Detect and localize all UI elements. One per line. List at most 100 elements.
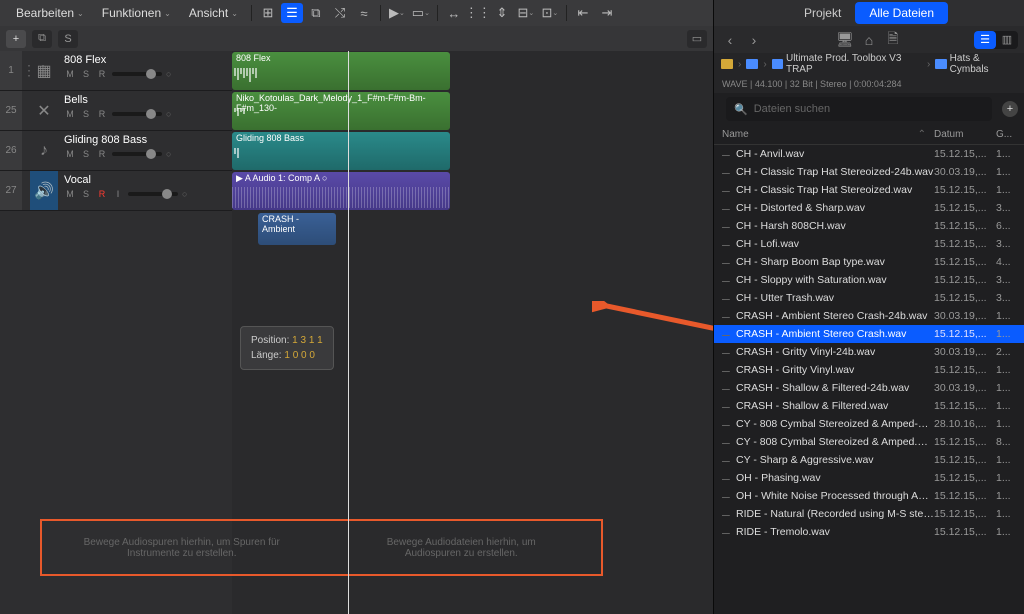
menu-edit[interactable]: Bearbeiten⌄: [8, 3, 92, 23]
track-name: 808 Flex: [64, 54, 226, 66]
computer-icon[interactable]: 🖥: [835, 31, 855, 49]
midi-region[interactable]: 808 Flex: [232, 52, 450, 90]
duplicate-button[interactable]: ⧉: [32, 30, 52, 48]
pointer-icon[interactable]: ▶⌄: [386, 3, 408, 23]
file-icon: –: [722, 182, 736, 198]
file-row[interactable]: –CH - Classic Trap Hat Stereoized.wav15.…: [714, 181, 1024, 199]
file-row[interactable]: –CY - 808 Cymbal Stereoized & Amped.wav1…: [714, 433, 1024, 451]
annotation-arrow: [592, 301, 713, 381]
track-header[interactable]: 25 ✕ Bells M S R ○: [0, 91, 232, 131]
add-track-button[interactable]: +: [6, 30, 26, 48]
zoom-v-icon[interactable]: ⇕: [491, 3, 513, 23]
file-row[interactable]: –CRASH - Shallow & Filtered-24b.wav30.03…: [714, 379, 1024, 397]
back-button[interactable]: ‹: [720, 31, 740, 49]
file-row[interactable]: –CH - Classic Trap Hat Stereoized-24b.wa…: [714, 163, 1024, 181]
audio-icon: 🔊: [30, 171, 58, 210]
list-icon[interactable]: ☰: [281, 3, 303, 23]
solo-button[interactable]: S: [58, 30, 78, 48]
file-row[interactable]: –CRASH - Ambient Stereo Crash-24b.wav30.…: [714, 307, 1024, 325]
file-icon: –: [722, 200, 736, 216]
list-view-button[interactable]: ☰: [974, 31, 996, 49]
snap-icon[interactable]: ⊟⌄: [515, 3, 537, 23]
file-icon: –: [722, 488, 736, 504]
file-row[interactable]: –RIDE - Tremolo.wav15.12.15,...1...: [714, 523, 1024, 541]
menu-bar: Bearbeiten⌄ Funktionen⌄ Ansicht⌄ ⊞ ☰ ⧉ ⤭…: [0, 0, 713, 26]
file-row[interactable]: –CY - Sharp & Aggressive.wav15.12.15,...…: [714, 451, 1024, 469]
document-icon[interactable]: 🗎: [883, 31, 903, 49]
home-icon[interactable]: ⌂: [859, 31, 879, 49]
add-button[interactable]: +: [1002, 101, 1018, 117]
instrument-drop-zone[interactable]: Bewege Audiospuren hierhin, um Spuren fü…: [42, 521, 322, 574]
forward-button[interactable]: ›: [744, 31, 764, 49]
marquee-icon[interactable]: ▭⌄: [410, 3, 432, 23]
midi-region[interactable]: Niko_Kotoulas_Dark_Melody_1_F#m-F#m-Bm-F…: [232, 92, 450, 130]
file-icon: –: [722, 470, 736, 486]
file-row[interactable]: –CH - Utter Trash.wav15.12.15,...3...: [714, 289, 1024, 307]
track-header[interactable]: 26 ♪ Gliding 808 Bass M S R ○: [0, 131, 232, 171]
file-row[interactable]: –CRASH - Gritty Vinyl.wav15.12.15,...1..…: [714, 361, 1024, 379]
tab-all-files[interactable]: Alle Dateien: [855, 2, 948, 24]
breadcrumb: › › Ultimate Prod. Toolbox V3 TRAP› Hats…: [714, 53, 1024, 75]
file-icon: –: [722, 218, 736, 234]
audio-drop-zone[interactable]: Bewege Audiodateien hierhin, um Audiospu…: [322, 521, 602, 574]
file-row[interactable]: –CH - Anvil.wav15.12.15,...1...: [714, 145, 1024, 163]
bass-icon: ♪: [30, 131, 58, 170]
search-icon: 🔍: [734, 103, 748, 116]
file-icon: –: [722, 254, 736, 270]
zoom-h-icon[interactable]: ↔: [443, 3, 465, 23]
link-icon[interactable]: ⧉: [305, 3, 327, 23]
menu-view[interactable]: Ansicht⌄: [181, 3, 246, 23]
column-size[interactable]: G...: [996, 129, 1016, 140]
drop-zones: Bewege Audiospuren hierhin, um Spuren fü…: [40, 519, 603, 576]
drag-icon[interactable]: ⊡⌄: [539, 3, 561, 23]
file-row[interactable]: –CRASH - Ambient Stereo Crash.wav15.12.1…: [714, 325, 1024, 343]
tab-project[interactable]: Projekt: [790, 2, 855, 24]
column-name[interactable]: Name: [722, 129, 918, 140]
mute-button[interactable]: M: [64, 68, 76, 80]
file-row[interactable]: –OH - White Noise Processed through Amp.…: [714, 487, 1024, 505]
column-date[interactable]: Datum: [934, 129, 996, 140]
file-icon: –: [722, 524, 736, 540]
file-icon: –: [722, 164, 736, 180]
sort-icon: ⌃: [918, 129, 926, 140]
automation-icon[interactable]: ⋮⋮: [467, 3, 489, 23]
flex-icon[interactable]: ≈: [353, 3, 375, 23]
search-input[interactable]: 🔍 Dateien suchen: [726, 97, 992, 121]
file-row[interactable]: –CH - Harsh 808CH.wav15.12.15,...6...: [714, 217, 1024, 235]
file-icon: –: [722, 146, 736, 162]
trim-left-icon[interactable]: ⇤: [572, 3, 594, 23]
solo-button[interactable]: S: [80, 68, 92, 80]
midi-region[interactable]: Gliding 808 Bass: [232, 132, 450, 170]
track-header[interactable]: 27 🔊 Vocal M S R I ○: [0, 171, 232, 211]
file-row[interactable]: –CH - Distorted & Sharp.wav15.12.15,...3…: [714, 199, 1024, 217]
grid-icon[interactable]: ⊞: [257, 3, 279, 23]
file-row[interactable]: –RIDE - Natural (Recorded using M-S ster…: [714, 505, 1024, 523]
record-button[interactable]: R: [96, 68, 108, 80]
file-meta: WAVE | 44.100 | 32 Bit | Stereo | 0:00:0…: [714, 75, 1024, 93]
trim-right-icon[interactable]: ⇥: [596, 3, 618, 23]
dragged-region[interactable]: CRASH - Ambient: [258, 213, 336, 245]
file-icon: –: [722, 506, 736, 522]
file-row[interactable]: –CH - Lofi.wav15.12.15,...3...: [714, 235, 1024, 253]
file-list[interactable]: –CH - Anvil.wav15.12.15,...1...–CH - Cla…: [714, 145, 1024, 614]
column-view-button[interactable]: ▥: [996, 31, 1018, 49]
file-row[interactable]: –CH - Sloppy with Saturation.wav15.12.15…: [714, 271, 1024, 289]
file-row[interactable]: –CRASH - Gritty Vinyl-24b.wav30.03.19,..…: [714, 343, 1024, 361]
position-tooltip: Position: 1 3 1 1 Länge: 1 0 0 0: [240, 326, 334, 370]
file-icon: –: [722, 344, 736, 360]
table-header: Name ⌃ Datum G...: [714, 125, 1024, 145]
file-row[interactable]: –CY - 808 Cymbal Stereoized & Amped-24b.…: [714, 415, 1024, 433]
catch-button[interactable]: ▭: [687, 30, 707, 48]
file-row[interactable]: –CH - Sharp Boom Bap type.wav15.12.15,..…: [714, 253, 1024, 271]
file-icon: –: [722, 434, 736, 450]
audio-region[interactable]: ▶ A Audio 1: Comp A ○: [232, 172, 450, 210]
shuffle-icon[interactable]: ⤭: [329, 3, 351, 23]
file-row[interactable]: –OH - Phasing.wav15.12.15,...1...: [714, 469, 1024, 487]
grip-icon[interactable]: ⋮⋮: [22, 51, 30, 90]
volume-fader[interactable]: [112, 72, 162, 76]
track-header[interactable]: 1 ⋮⋮ ▦ 808 Flex M S R ○: [0, 51, 232, 91]
menu-functions[interactable]: Funktionen⌄: [94, 3, 179, 23]
file-icon: –: [722, 398, 736, 414]
file-row[interactable]: –CRASH - Shallow & Filtered.wav15.12.15,…: [714, 397, 1024, 415]
playhead[interactable]: [348, 51, 349, 614]
